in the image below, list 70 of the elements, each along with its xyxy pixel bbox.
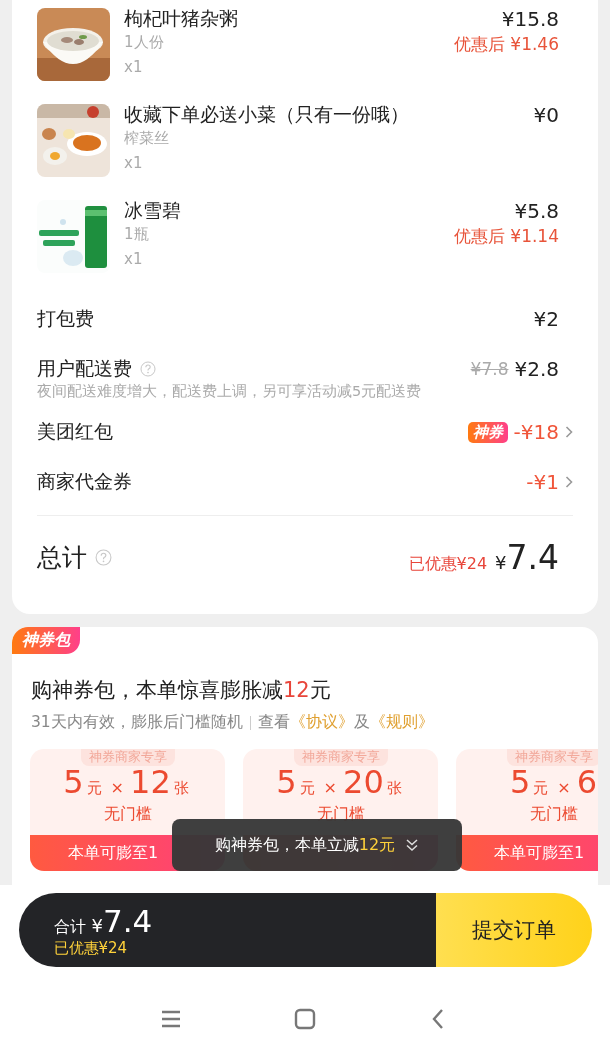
discount-price: 优惠后 ¥1.46 bbox=[453, 33, 559, 56]
currency-sign: ¥ bbox=[495, 551, 507, 573]
discount-value: -¥18 bbox=[513, 420, 559, 444]
pack-tag: 神券包 bbox=[12, 627, 80, 654]
item-quantity: x1 bbox=[124, 57, 144, 78]
chevron-icon bbox=[565, 475, 573, 489]
pack-title: 购神券包，本单惊喜膨胀减12元 bbox=[31, 677, 332, 704]
coupon-row[interactable]: 美团红包 神券 -¥18 bbox=[37, 407, 573, 457]
coupon-badge: 神券 bbox=[467, 421, 508, 443]
currency-sign: ¥ bbox=[91, 914, 103, 936]
total-label: 总计 bbox=[37, 541, 87, 574]
submit-button[interactable]: 提交订单 bbox=[435, 893, 592, 967]
coupon-header: 神券商家专享 bbox=[293, 749, 388, 766]
total-amount: 7.4 bbox=[506, 537, 559, 577]
home-icon[interactable] bbox=[293, 1007, 317, 1031]
saved-amount: 已优惠¥24 bbox=[408, 553, 488, 575]
coupon-row[interactable]: 商家代金券 -¥1 bbox=[37, 457, 573, 507]
threshold-text: 无门槛 bbox=[529, 804, 578, 825]
fee-note: 夜间配送难度增大，配送费上调，另可享活动减5元配送费 bbox=[37, 382, 423, 401]
original-price: ¥7.8 bbox=[470, 359, 509, 379]
coupon-amount: 5 bbox=[509, 766, 531, 798]
coupon-footer: 本单可膨至1 bbox=[68, 842, 159, 864]
item-price: ¥15.8 bbox=[501, 6, 559, 32]
times-sign: × bbox=[323, 777, 337, 799]
discount-price: 优惠后 ¥1.14 bbox=[453, 225, 559, 248]
total-label: 合计 bbox=[53, 916, 86, 938]
fee-value: ¥2.8 bbox=[514, 357, 559, 381]
agreement-link[interactable]: 《规则》 bbox=[369, 712, 434, 733]
item-price: ¥5.8 bbox=[514, 198, 559, 224]
times-sign: × bbox=[557, 777, 571, 799]
item-spec: 榨菜丝 bbox=[124, 128, 170, 149]
times-sign: × bbox=[110, 777, 124, 799]
unit-text: 元 bbox=[86, 778, 102, 799]
unit-text: 张 bbox=[386, 778, 402, 799]
agreement-link[interactable]: 《协议》 bbox=[289, 712, 354, 733]
discount-value: -¥1 bbox=[526, 470, 559, 494]
coupon-header: 神券商家专享 bbox=[80, 749, 175, 766]
threshold-text: 无门槛 bbox=[103, 804, 152, 825]
joiner-text: 及 bbox=[353, 712, 370, 733]
fee-label: 用户配送费 bbox=[37, 356, 132, 381]
item-name: 收藏下单必送小菜（只有一份哦） bbox=[124, 102, 410, 126]
chevron-icon bbox=[565, 425, 573, 439]
item-price: ¥0 bbox=[533, 102, 559, 128]
fee-label: 商家代金券 bbox=[37, 469, 132, 494]
saved-amount: 已优惠¥24 bbox=[53, 938, 129, 958]
item-spec: 1人份 bbox=[124, 32, 165, 53]
total-amount: 7.4 bbox=[102, 902, 153, 939]
unit-text: 元 bbox=[299, 778, 315, 799]
coupon-count: 12 bbox=[130, 766, 171, 798]
double-chevron-icon bbox=[405, 838, 420, 852]
item-name: 枸杞叶猪杂粥 bbox=[124, 6, 239, 30]
fee-value: ¥2 bbox=[533, 307, 559, 331]
view-label: 查看 bbox=[257, 712, 290, 733]
unit-text: 张 bbox=[173, 778, 189, 799]
item-quantity: x1 bbox=[124, 249, 144, 270]
coupon-card[interactable]: 神券商家专享 5 元 × 6 无门槛 本单可膨至1 bbox=[456, 749, 598, 871]
coupon-count: 6 bbox=[576, 766, 598, 798]
coupon-amount: 5 bbox=[63, 766, 84, 798]
item-quantity: x1 bbox=[124, 153, 144, 174]
item-name: 冰雪碧 bbox=[124, 198, 182, 222]
coupon-header: 神券商家专享 bbox=[506, 749, 598, 766]
unit-text: 元 bbox=[533, 778, 549, 799]
fee-label: 美团红包 bbox=[37, 419, 113, 444]
fee-label: 打包费 bbox=[37, 306, 94, 331]
coupon-amount: 5 bbox=[276, 766, 297, 798]
pack-subtitle: 31天内有效，膨胀后门槛随机 bbox=[31, 712, 243, 733]
coupon-count: 20 bbox=[343, 766, 384, 798]
coupon-footer: 本单可膨至1 bbox=[494, 842, 585, 864]
threshold-text: 无门槛 bbox=[316, 804, 365, 825]
item-spec: 1瓶 bbox=[124, 224, 150, 245]
